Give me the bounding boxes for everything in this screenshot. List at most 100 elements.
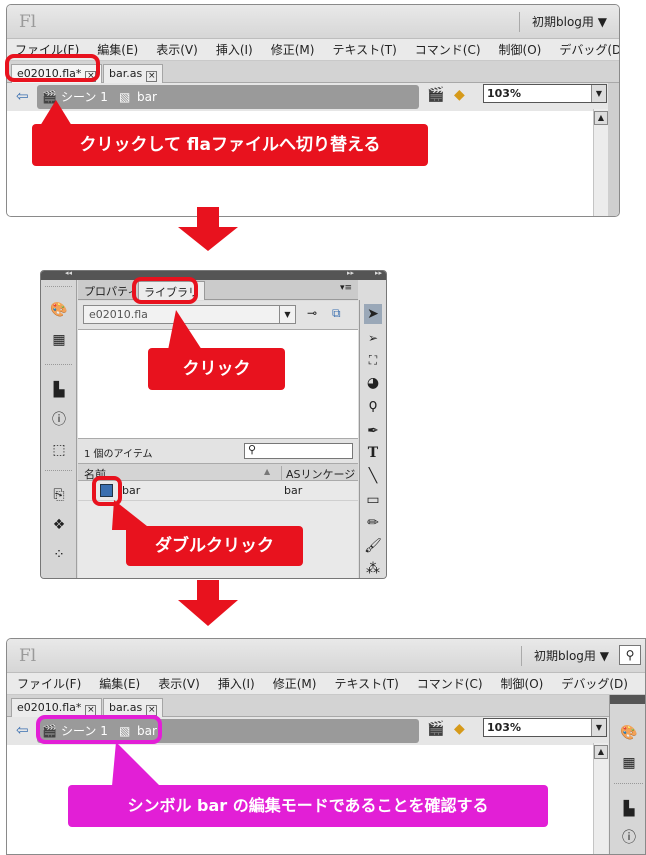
menu-view[interactable]: 表示(V) [147, 39, 207, 60]
rectangle-tool-icon[interactable]: ▭ [364, 490, 382, 510]
palette-icon[interactable]: 🎨 [620, 723, 638, 743]
pin-icon[interactable]: ⊸ [307, 306, 317, 320]
tab-properties[interactable]: プロパティ [84, 283, 138, 299]
callout-step2b: ダブルクリック [126, 526, 303, 566]
pencil-tool-icon[interactable]: ✏ [364, 513, 382, 533]
swatches-icon[interactable]: ▦ [50, 330, 68, 350]
actions-icon[interactable]: ⎘ [50, 485, 68, 505]
deco-tool-icon[interactable]: ⁂ [364, 559, 382, 578]
zoom-select[interactable]: 103% ▼ [483, 84, 607, 103]
zoom-value: 103% [487, 87, 521, 100]
vertical-scrollbar[interactable]: ▲ [593, 109, 608, 216]
callout-step3: シンボル bar の編集モードであることを確認する [68, 785, 548, 827]
close-icon[interactable]: × [146, 71, 158, 82]
library-item-name[interactable]: bar [122, 484, 140, 497]
chevron-down-icon[interactable]: ▼ [591, 85, 606, 102]
workspace-switcher[interactable]: 初期blog用 ▼ [521, 646, 609, 666]
chevron-down-icon[interactable]: ▼ [591, 719, 606, 736]
file-select-row: e02010.fla ▼ ⊸ ⧉ [78, 301, 358, 329]
panel-dock-strip [610, 695, 645, 704]
highlight-ring [132, 277, 198, 304]
chevron-down-icon[interactable]: ▼ [279, 306, 295, 323]
tools-panel: ➤ ➢ ⛶ ◕ ϙ ✒ T ╲ ▭ ✏ 🖌 ⁂ [359, 300, 386, 578]
item-count: 1 個のアイテム [84, 449, 153, 460]
collapse-left-icon[interactable]: ◂◂ [65, 271, 72, 277]
menu-insert[interactable]: 挿入(I) [209, 673, 264, 694]
new-window-icon[interactable]: ⧉ [332, 306, 341, 321]
search-icon[interactable]: ⚲ [619, 645, 641, 665]
divider [45, 364, 72, 365]
vertical-scrollbar[interactable]: ▲ [593, 743, 608, 854]
menu-insert[interactable]: 挿入(I) [207, 39, 262, 60]
menu-debug[interactable]: デバッグ(D) [550, 39, 619, 60]
transform-icon[interactable]: ⬚ [50, 440, 68, 460]
down-arrow [197, 580, 219, 602]
panel-menu-icon[interactable]: ▾≡ [340, 283, 352, 293]
menu-debug[interactable]: デバッグ(D) [552, 673, 637, 694]
back-arrow-icon[interactable]: ⇦ [16, 87, 29, 105]
lasso-tool-icon[interactable]: ϙ [364, 395, 382, 415]
title-bar: Fl 初期blog用 ▼ ⚲ [7, 639, 645, 673]
line-tool-icon[interactable]: ╲ [364, 466, 382, 486]
edit-symbols-icon[interactable]: ◆ [454, 721, 465, 737]
document-tab-bar: e02010.fla* × bar.as × [7, 695, 645, 717]
swatches-icon[interactable]: ▦ [620, 753, 638, 773]
menu-modify[interactable]: 修正(M) [264, 673, 326, 694]
down-arrow [197, 207, 219, 229]
menu-commands[interactable]: コマンド(C) [408, 673, 492, 694]
symbol-icon: ▧ [119, 90, 131, 104]
menu-modify[interactable]: 修正(M) [262, 39, 324, 60]
left-icon-column: 🎨 ▦ ▙ ⓘ ⬚ ⎘ ❖ ⁘ [41, 280, 77, 578]
align-icon[interactable]: ▙ [620, 799, 638, 819]
divider [45, 470, 72, 471]
collapse-right-icon[interactable]: ▸▸ [347, 271, 354, 277]
menu-control[interactable]: 制御(O) [490, 39, 551, 60]
menu-text[interactable]: テキスト(T) [325, 673, 407, 694]
menu-control[interactable]: 制御(O) [492, 673, 553, 694]
scroll-up-button[interactable]: ▲ [594, 745, 608, 759]
flash-logo: Fl [19, 12, 37, 32]
subselection-tool-icon[interactable]: ➢ [364, 328, 382, 348]
column-linkage[interactable]: ASリンケージ [281, 466, 355, 482]
info-icon[interactable]: ⓘ [620, 828, 638, 848]
selection-tool-icon[interactable]: ➤ [364, 304, 382, 324]
callout-pointer [168, 310, 202, 350]
edit-scene-icon[interactable]: 🎬 [427, 721, 444, 737]
text-tool-icon[interactable]: T [364, 443, 382, 463]
3d-rotation-icon[interactable]: ◕ [364, 373, 382, 393]
right-panel-dock: 🎨 ▦ ▙ ⓘ [609, 695, 645, 854]
palette-icon[interactable]: 🎨 [50, 300, 68, 320]
highlight-ring [36, 715, 162, 744]
down-arrow-head [178, 600, 238, 626]
motion-presets-icon[interactable]: ⁘ [50, 545, 68, 565]
components-icon[interactable]: ❖ [50, 515, 68, 535]
library-search-input[interactable]: ⚲ [244, 443, 353, 459]
edit-symbols-icon[interactable]: ◆ [454, 87, 465, 103]
brush-tool-icon[interactable]: 🖌 [364, 536, 382, 556]
info-icon[interactable]: ⓘ [50, 410, 68, 430]
search-icon: ⚲ [248, 443, 257, 456]
align-icon[interactable]: ▙ [50, 380, 68, 400]
symbol-label[interactable]: bar [137, 85, 157, 109]
zoom-select[interactable]: 103% ▼ [483, 718, 607, 737]
tab-as-label: bar.as [109, 701, 143, 714]
pen-tool-icon[interactable]: ✒ [364, 421, 382, 441]
menu-text[interactable]: テキスト(T) [323, 39, 405, 60]
tab-bar-as[interactable]: bar.as × [103, 64, 164, 83]
menu-commands[interactable]: コマンド(C) [406, 39, 490, 60]
library-file-name: e02010.fla [89, 308, 148, 321]
flash-logo: Fl [19, 646, 37, 666]
panel-dock-strip: ◂◂ ▸▸ ▸▸ [41, 271, 386, 280]
menu-view[interactable]: 表示(V) [149, 673, 209, 694]
free-transform-icon[interactable]: ⛶ [364, 350, 382, 370]
edit-scene-icon[interactable]: 🎬 [427, 87, 444, 103]
edit-bar: 🎬 シーン 1 ▧ bar [37, 85, 419, 109]
tab-fla-label: e02010.fla* [17, 701, 82, 714]
menu-file[interactable]: ファイル(F) [7, 673, 90, 694]
collapse-right-icon[interactable]: ▸▸ [375, 271, 382, 277]
menu-edit[interactable]: 編集(E) [90, 673, 149, 694]
workspace-switcher[interactable]: 初期blog用 ▼ [519, 12, 607, 32]
back-arrow-icon[interactable]: ⇦ [16, 721, 29, 739]
scroll-up-button[interactable]: ▲ [594, 111, 608, 125]
sort-arrow-icon[interactable]: ▲ [264, 467, 270, 476]
